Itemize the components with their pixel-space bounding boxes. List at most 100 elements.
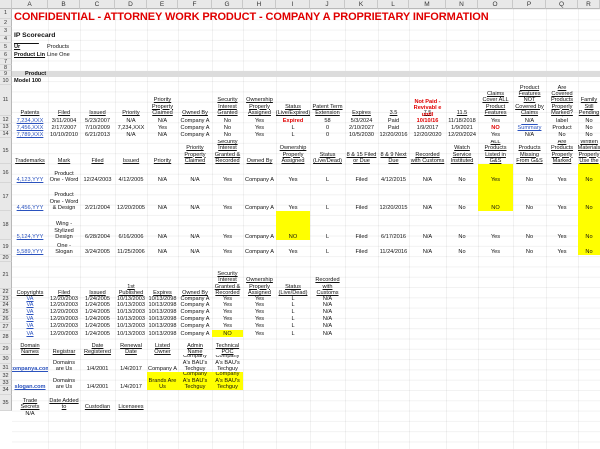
- trademark-header-cell[interactable]: ALL Products Listed in G&S: [478, 140, 513, 164]
- row-header-10[interactable]: 10: [0, 77, 12, 85]
- trademark-cell[interactable]: N/A: [409, 211, 446, 240]
- trademark-cell[interactable]: 6/16/2006: [115, 211, 147, 240]
- copyright-cell[interactable]: Yes: [212, 315, 243, 322]
- domain-cell[interactable]: Brands Are Us: [147, 372, 178, 390]
- row-header-11[interactable]: 11: [0, 85, 12, 116]
- trademark-cell[interactable]: N/A: [147, 211, 178, 240]
- row-header-2[interactable]: 2: [0, 18, 12, 27]
- trademark-cell[interactable]: 11/24/2016: [378, 240, 409, 255]
- copyright-link[interactable]: VA: [12, 308, 48, 315]
- trademark-header-cell[interactable]: Are Products Properly Marked: [546, 140, 578, 164]
- trademark-cell[interactable]: Yes: [212, 164, 243, 183]
- trademark-cell[interactable]: No: [578, 164, 600, 183]
- trademark-cell[interactable]: Filed: [345, 211, 378, 240]
- trademark-header-cell[interactable]: Trademarks: [12, 140, 48, 164]
- row-header-30[interactable]: 30: [0, 355, 12, 364]
- copyright-cell[interactable]: 10/13/2003: [115, 330, 147, 337]
- trademark-cell[interactable]: Yes: [212, 240, 243, 255]
- patent-cell[interactable]: 7,234,XXX: [115, 124, 147, 131]
- column-header-p[interactable]: P: [513, 0, 546, 9]
- trademark-cell[interactable]: Yes: [546, 164, 578, 183]
- copyright-cell[interactable]: Yes: [243, 322, 276, 329]
- trademark-cell[interactable]: 11/25/2006: [115, 240, 147, 255]
- trademark-cell[interactable]: No: [578, 211, 600, 240]
- trademark-cell[interactable]: Company A: [243, 211, 276, 240]
- domain-header-cell[interactable]: Admin Name: [178, 337, 212, 355]
- domain-link[interactable]: slogan.com: [12, 372, 48, 390]
- trade-secret-cell[interactable]: [48, 410, 80, 417]
- patent-cell[interactable]: No: [212, 116, 243, 124]
- copyright-cell[interactable]: Company A: [178, 322, 212, 329]
- trademark-cell[interactable]: Wing - Stylized Design: [48, 211, 80, 240]
- patent-cell[interactable]: Yes: [478, 131, 513, 138]
- trademark-cell[interactable]: N/A: [178, 183, 212, 211]
- patent-cell[interactable]: No: [546, 131, 578, 138]
- trademark-cell[interactable]: Filed: [345, 240, 378, 255]
- trademark-cell[interactable]: Yes: [212, 183, 243, 211]
- copyright-cell[interactable]: 12/20/2003: [48, 315, 80, 322]
- domain-cell[interactable]: Company A's BAU's Techguy: [178, 372, 212, 390]
- row-header-31[interactable]: 31: [0, 364, 12, 372]
- product-line-label[interactable]: Product Lin: [13, 51, 47, 58]
- trademark-header-cell[interactable]: Priority Property Claimed: [178, 140, 212, 164]
- patent-cell[interactable]: No: [578, 131, 600, 138]
- patent-cell[interactable]: No: [578, 124, 600, 131]
- copyright-cell[interactable]: L: [276, 315, 310, 322]
- patent-header-cell[interactable]: Priority: [115, 85, 147, 116]
- trade-secret-header-cell[interactable]: Date Added to: [48, 395, 80, 410]
- trademark-cell[interactable]: No: [578, 183, 600, 211]
- patent-cell[interactable]: 12/20/2020: [409, 131, 446, 138]
- trademark-header-cell[interactable]: Do Written Materials Properly Use the: [578, 140, 600, 164]
- row-header-1[interactable]: 1: [0, 9, 12, 19]
- patent-cell[interactable]: Expired: [276, 116, 310, 124]
- copyright-cell[interactable]: 10/13/2003: [115, 315, 147, 322]
- patent-header-cell[interactable]: 3.5: [378, 85, 409, 116]
- copyright-header-cell[interactable]: Expires: [147, 262, 178, 296]
- trademark-header-cell[interactable]: Priority: [147, 140, 178, 164]
- patent-header-cell[interactable]: Claims Cover ALL Product Features: [478, 85, 513, 116]
- patent-header-cell[interactable]: Issued: [80, 85, 115, 116]
- domain-cell[interactable]: 1/4/2001: [80, 372, 115, 390]
- patent-cell[interactable]: N/A: [147, 116, 178, 124]
- copyright-cell[interactable]: Yes: [243, 330, 276, 337]
- trademark-cell[interactable]: No: [446, 211, 478, 240]
- trademark-cell[interactable]: N/A: [178, 240, 212, 255]
- patent-cell[interactable]: N/A: [513, 116, 546, 124]
- trademark-cell[interactable]: Yes: [546, 211, 578, 240]
- row-header-6[interactable]: 6: [0, 51, 12, 59]
- copyright-cell[interactable]: L: [276, 322, 310, 329]
- trade-secret-cell[interactable]: N/A: [12, 410, 48, 417]
- domain-header-cell[interactable]: Date Registered: [80, 337, 115, 355]
- row-header-4[interactable]: 4: [0, 36, 12, 43]
- patent-cell[interactable]: Paid: [378, 124, 409, 131]
- copyright-header-cell[interactable]: Filed: [48, 262, 80, 296]
- trademark-cell[interactable]: N/A: [409, 164, 446, 183]
- trademark-header-cell[interactable]: Watch Service Instituted: [446, 140, 478, 164]
- copyright-link[interactable]: VA: [12, 301, 48, 308]
- row-header-3[interactable]: 3: [0, 27, 12, 36]
- patent-cell[interactable]: Paid: [378, 116, 409, 124]
- trademark-cell[interactable]: N/A: [409, 183, 446, 211]
- patent-number-link[interactable]: 7,789,XXX: [12, 131, 48, 138]
- copyright-cell[interactable]: Yes: [212, 308, 243, 315]
- column-header-h[interactable]: H: [243, 0, 276, 9]
- copyright-header-cell[interactable]: Ownership Properly Assigned: [243, 262, 276, 296]
- copyright-cell[interactable]: 10/13/2098: [147, 322, 178, 329]
- trademark-cell[interactable]: NO: [276, 211, 310, 240]
- patent-cell[interactable]: Yes: [478, 116, 513, 124]
- domain-header-cell[interactable]: Domain Names: [12, 337, 48, 355]
- copyright-cell[interactable]: 12/20/2003: [48, 330, 80, 337]
- row-header-27[interactable]: 27: [0, 323, 12, 331]
- trademark-cell[interactable]: Company A: [243, 183, 276, 211]
- trademark-header-cell[interactable]: Filed: [80, 140, 115, 164]
- trade-secret-cell[interactable]: [115, 410, 147, 417]
- copyright-cell[interactable]: L: [276, 308, 310, 315]
- patent-cell[interactable]: 1/9/2021: [446, 124, 478, 131]
- product-line-value[interactable]: Line One: [46, 51, 86, 58]
- trademark-cell[interactable]: Yes: [546, 183, 578, 211]
- row-header-20[interactable]: 20: [0, 255, 12, 262]
- trademark-cell[interactable]: Yes: [276, 240, 310, 255]
- copyright-header-cell[interactable]: Issued: [80, 262, 115, 296]
- copyright-cell[interactable]: Company A: [178, 330, 212, 337]
- patent-cell[interactable]: N/A: [115, 131, 147, 138]
